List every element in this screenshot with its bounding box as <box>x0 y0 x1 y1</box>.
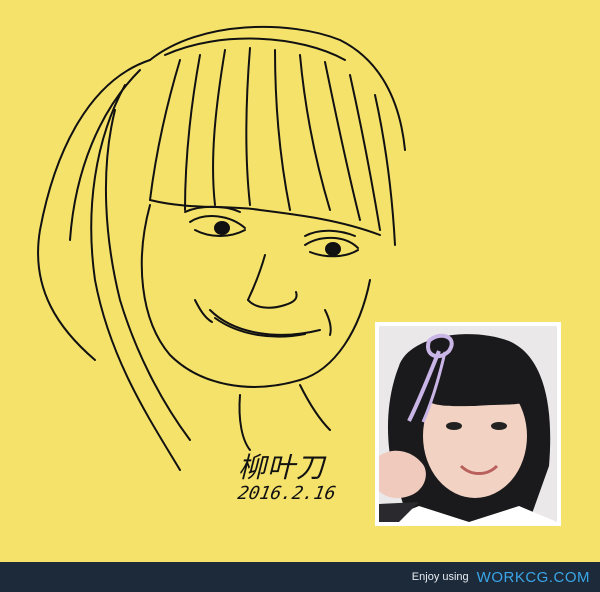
caricature-canvas: 柳叶刀 2016.2.16 <box>0 0 600 562</box>
artist-signature: 柳叶刀 <box>238 451 326 484</box>
footer-text: Enjoy using <box>411 571 469 583</box>
reference-photo <box>379 326 557 522</box>
girl-photo-illustration <box>379 326 557 522</box>
reference-photo-frame <box>375 322 561 526</box>
drawing-date: 2016.2.16 <box>236 483 338 504</box>
footer-brand-link[interactable]: WORKCG.COM <box>477 569 590 586</box>
footer-bar: Enjoy using WORKCG.COM <box>0 562 600 592</box>
